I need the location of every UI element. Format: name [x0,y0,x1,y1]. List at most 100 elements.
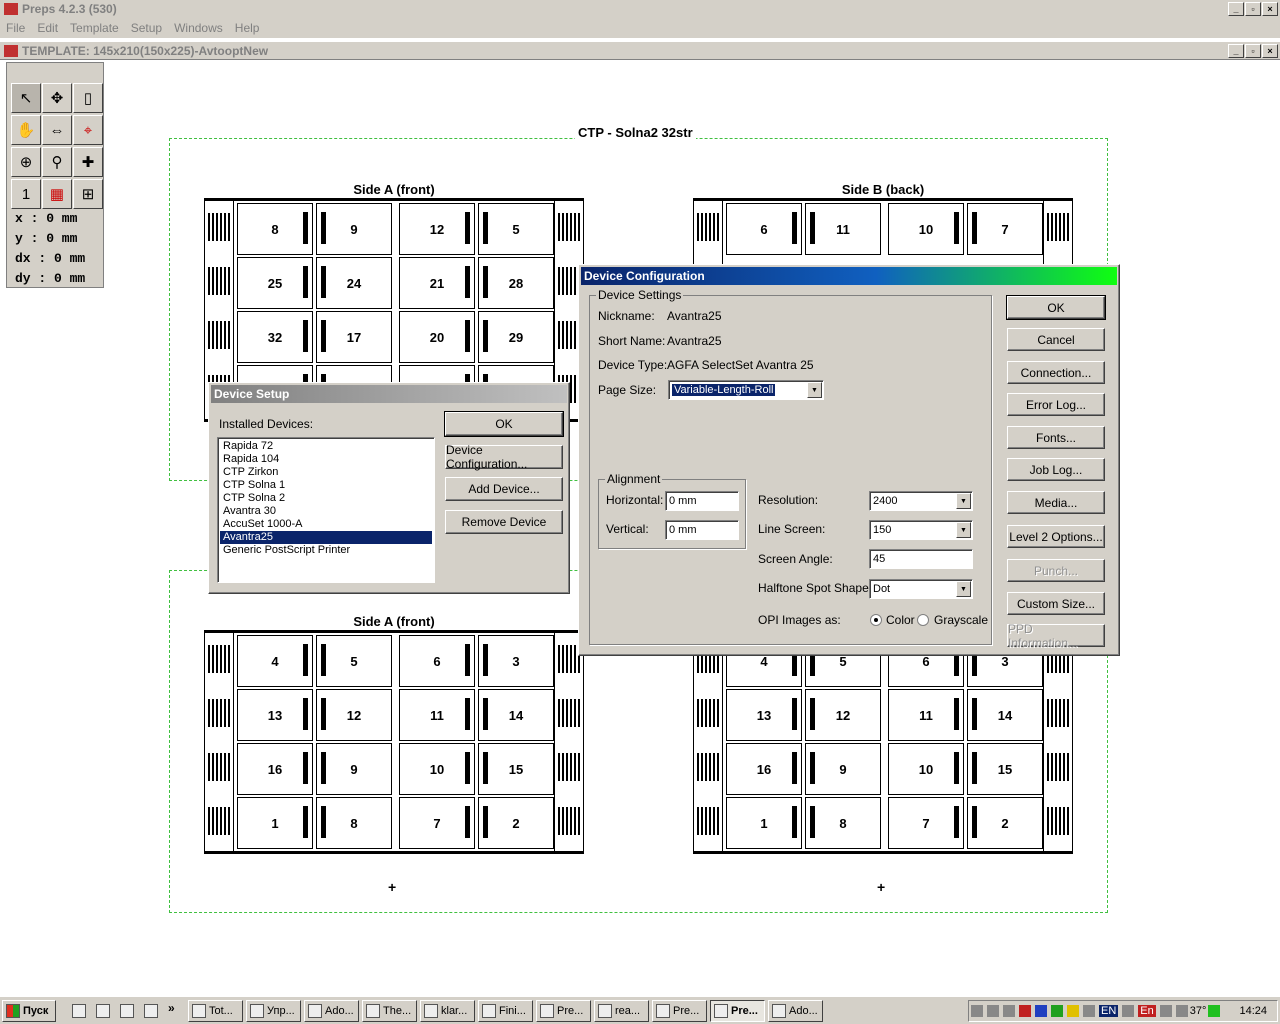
page-cell[interactable]: 9 [805,743,881,795]
device-list-item[interactable]: CTP Zirkon [220,466,432,479]
page-cell[interactable]: 32 [237,311,313,363]
device-list-item[interactable]: Generic PostScript Printer [220,544,432,557]
keyboard-layout-indicator[interactable]: En [1138,1005,1156,1017]
show-desktop-icon[interactable] [72,1004,86,1018]
taskbar-item[interactable]: Ado... [768,1000,823,1022]
taskbar-item[interactable]: Pre... [652,1000,707,1022]
page-cell[interactable]: 7 [967,203,1043,255]
page-cell[interactable]: 16 [237,743,313,795]
doc-minimize-button[interactable]: _ [1228,44,1244,58]
page-cell[interactable]: 3 [478,635,554,687]
network-icon[interactable] [1003,1005,1015,1017]
page-cell[interactable]: 9 [316,203,392,255]
vertical-input[interactable]: 0 mm [665,520,739,540]
page-cell[interactable]: 16 [726,743,802,795]
page-cell[interactable]: 15 [478,743,554,795]
page-cell[interactable]: 11 [399,689,475,741]
page-cell[interactable]: 12 [805,689,881,741]
tray-icon[interactable] [1035,1005,1047,1017]
mark-tool-icon[interactable]: ✚ [73,147,103,177]
start-button[interactable]: Пуск [2,1000,56,1022]
page-cell[interactable]: 6 [726,203,802,255]
chevron-down-icon[interactable]: ▼ [956,581,971,597]
taskbar-item[interactable]: Упр... [246,1000,301,1022]
chevron-down-icon[interactable]: ▼ [807,382,822,398]
horizontal-input[interactable]: 0 mm [665,491,739,511]
device-list-item[interactable]: Avantra 30 [220,505,432,518]
page-cell[interactable]: 7 [399,797,475,849]
taskbar-item[interactable]: The... [362,1000,417,1022]
page-cell[interactable]: 10 [888,203,964,255]
arrow-tool-icon[interactable]: ↖ [11,83,41,113]
taskbar-item[interactable]: Pre... [710,1000,765,1022]
close-button[interactable]: × [1262,2,1278,16]
halftone-spot-select[interactable]: Dot ▼ [869,579,973,599]
tray-icon[interactable] [1051,1005,1063,1017]
tray-icon[interactable] [987,1005,999,1017]
ppd-information-button[interactable]: PPD Information... [1007,622,1105,650]
quicklaunch-icon[interactable] [120,1004,134,1018]
sheet-side-a-bottom[interactable]: 4 5 6 3 13 12 11 14 16 9 10 15 1 8 7 2 [204,630,584,854]
page-cell[interactable]: 13 [726,689,802,741]
tray-icon[interactable] [1208,1005,1221,1017]
page-cell[interactable]: 2 [478,797,554,849]
page-cell[interactable]: 13 [237,689,313,741]
page-cell[interactable]: 9 [316,743,392,795]
screen-angle-input[interactable]: 45 [869,549,973,569]
installed-devices-list[interactable]: Rapida 72 Rapida 104 CTP Zirkon CTP Solna 1… [217,437,435,583]
move-tool-icon[interactable]: ✥ [42,83,72,113]
minimize-button[interactable]: _ [1228,2,1244,16]
taskbar-item[interactable]: rea... [594,1000,649,1022]
device-list-item[interactable]: Avantra25 [220,531,432,544]
page-cell[interactable]: 8 [805,797,881,849]
taskbar-item[interactable]: Pre... [536,1000,591,1022]
page-cell[interactable]: 12 [316,689,392,741]
opi-color-label[interactable]: Color [886,613,915,627]
crosshair-tool-icon[interactable]: ⌖ [73,115,103,145]
resolution-select[interactable]: 2400 ▼ [869,491,973,511]
fonts-button[interactable]: Fonts... [1007,426,1105,449]
page-cell[interactable]: 7 [888,797,964,849]
menu-windows[interactable]: Windows [168,21,229,35]
device-list-item[interactable]: Rapida 72 [220,440,432,453]
device-setup-ok-button[interactable]: OK [444,411,564,437]
hand-tool-icon[interactable]: ✋ [11,115,41,145]
page-cell[interactable]: 2 [967,797,1043,849]
doc-close-button[interactable]: × [1262,44,1278,58]
device-list-item[interactable]: Rapida 104 [220,453,432,466]
grid-tool-icon[interactable]: ▦ [42,179,72,209]
menu-edit[interactable]: Edit [31,21,64,35]
page-cell[interactable]: 10 [888,743,964,795]
sheet-side-b-bottom[interactable]: 4 5 6 3 13 12 11 14 16 9 10 15 1 8 7 2 [693,630,1073,854]
remove-device-button[interactable]: Remove Device [445,510,563,534]
device-configuration-button[interactable]: Device Configuration... [445,443,563,471]
page-size-select[interactable]: Variable-Length-Roll ▼ [668,380,824,400]
page-cell[interactable]: 10 [399,743,475,795]
page-cell[interactable]: 28 [478,257,554,309]
tray-icon[interactable] [1122,1005,1135,1017]
doc-maximize-button[interactable]: ▫ [1245,44,1261,58]
chevron-down-icon[interactable]: ▼ [956,522,971,538]
config-ok-button[interactable]: OK [1006,295,1106,320]
taskbar-item[interactable]: Fini... [478,1000,533,1022]
device-list-item[interactable]: CTP Solna 1 [220,479,432,492]
page-cell[interactable]: 4 [237,635,313,687]
page-cell[interactable]: 5 [478,203,554,255]
media-button[interactable]: Media... [1007,491,1105,514]
gap-tool-icon[interactable]: ⇔ [42,115,72,145]
device-list-item[interactable]: AccuSet 1000-A [220,518,432,531]
taskbar-item[interactable]: klar... [420,1000,475,1022]
menu-setup[interactable]: Setup [125,21,168,35]
page-cell[interactable]: 11 [805,203,881,255]
page-cell[interactable]: 11 [888,689,964,741]
page-cell[interactable]: 25 [237,257,313,309]
menu-file[interactable]: File [0,21,31,35]
opi-grayscale-radio[interactable] [917,614,929,626]
page-cell[interactable]: 1 [726,797,802,849]
save-icon[interactable] [144,1004,158,1018]
chevron-down-icon[interactable]: ▼ [956,493,971,509]
level2-options-button[interactable]: Level 2 Options... [1007,525,1105,548]
page-cell[interactable]: 20 [399,311,475,363]
chevron-right-icon[interactable]: » [168,1001,175,1015]
page-cell[interactable]: 1 [237,797,313,849]
